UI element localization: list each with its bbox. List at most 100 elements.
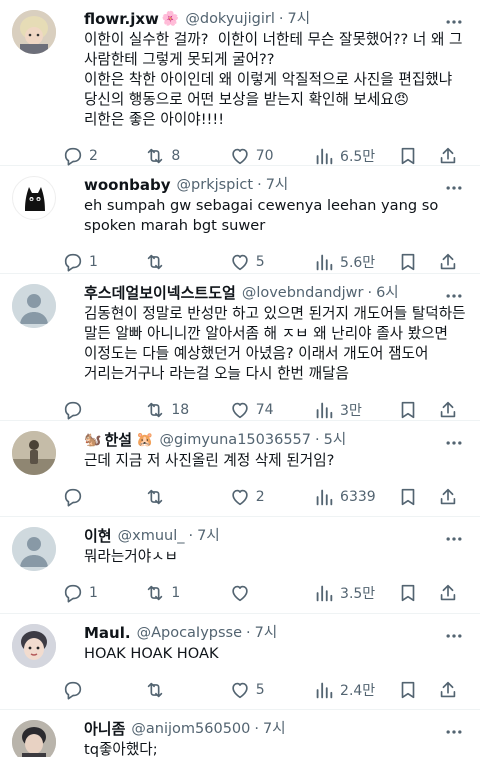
display-name[interactable]: 이현 [84, 526, 112, 546]
user-handle[interactable]: @gimyuna15036557 [159, 430, 311, 450]
tweet[interactable]: 이현 @xmuul_ · 7시 뭐라는거야ㅅㅂ 1 1 3.5만 [0, 517, 480, 614]
like-button[interactable]: 70 [229, 145, 313, 167]
tweet[interactable]: woonbaby @prkjspict · 7시 eh sumpah gw se… [0, 166, 480, 274]
tweet-text: 뭐라는거야ㅅㅂ [84, 548, 178, 565]
reply-button[interactable] [62, 486, 144, 508]
avatar[interactable] [12, 624, 56, 668]
avatar[interactable] [12, 176, 56, 220]
tweet[interactable]: 아니좀 @anijom560500 · 7시 tq좋아했다; [0, 710, 480, 757]
reply-button[interactable]: 1 [62, 251, 144, 273]
more-options-icon[interactable] [444, 12, 464, 32]
tweet[interactable]: Maul. @ApocaIypsse · 7시 HOAK HOAK HOAK 5… [0, 614, 480, 710]
bookmark-button[interactable] [397, 582, 436, 604]
tweet[interactable]: 후스데얼보이넥스트도얼 @lovebndandjwr · 6시 김동현이 정말로… [0, 274, 480, 421]
view-count: 6.5만 [340, 149, 376, 165]
display-name[interactable]: woonbaby [84, 175, 171, 195]
more-options-icon[interactable] [444, 178, 464, 198]
separator-dot: · [315, 432, 320, 448]
views-button[interactable]: 3.5만 [313, 582, 397, 604]
share-icon [440, 253, 455, 270]
timestamp[interactable]: 7시 [255, 623, 278, 643]
avatar[interactable] [12, 527, 56, 571]
display-name[interactable]: 아니좀 [84, 719, 125, 739]
display-name[interactable]: 후스데얼보이넥스트도얼 [84, 283, 236, 303]
user-handle[interactable]: @xmuul_ [118, 526, 185, 546]
more-options-icon[interactable] [444, 722, 464, 742]
avatar[interactable] [12, 431, 56, 475]
more-options-icon[interactable] [444, 626, 464, 646]
timestamp[interactable]: 5시 [324, 430, 347, 450]
bookmark-button[interactable] [397, 486, 436, 508]
share-button[interactable] [437, 399, 466, 421]
like-button[interactable] [229, 582, 313, 604]
share-icon [440, 681, 455, 698]
avatar[interactable] [12, 10, 56, 54]
more-options-icon[interactable] [444, 529, 464, 549]
share-icon [440, 488, 455, 505]
like-count: 70 [255, 148, 274, 164]
timestamp[interactable]: 7시 [263, 719, 286, 739]
bookmark-icon [402, 253, 415, 271]
analytics-icon [316, 585, 333, 602]
retweet-button[interactable]: 8 [144, 145, 228, 167]
bookmark-button[interactable] [397, 251, 436, 273]
heart-icon [232, 148, 248, 165]
retweet-count: 1 [171, 585, 181, 601]
reply-button[interactable]: 2 [62, 145, 144, 167]
avatar-image-icon [12, 10, 56, 54]
share-button[interactable] [437, 582, 466, 604]
bookmark-button[interactable] [397, 145, 436, 167]
like-button[interactable]: 5 [229, 251, 313, 273]
user-handle[interactable]: @lovebndandjwr [242, 283, 364, 303]
timestamp[interactable]: 7시 [287, 9, 310, 29]
tweet[interactable]: flowr.jxw 🌸 @dokyujigirl · 7시 이한이 실수한 걸까… [0, 0, 480, 166]
like-button[interactable]: 5 [229, 679, 313, 701]
share-button[interactable] [437, 145, 466, 167]
user-handle[interactable]: @dokyujigirl [185, 9, 275, 29]
like-button[interactable]: 74 [229, 399, 313, 421]
views-button[interactable]: 2.4만 [313, 679, 397, 701]
separator-dot: · [278, 11, 284, 27]
retweet-button[interactable]: 18 [144, 399, 228, 421]
views-button[interactable]: 6339 [313, 486, 397, 508]
share-button[interactable] [437, 679, 466, 701]
reply-button[interactable] [62, 399, 144, 421]
tweet-text: 김동현이 정말로 반성만 하고 있으면 된거지 개도어들 탈덕하든 말든 알빠 … [84, 305, 471, 382]
more-options-icon[interactable] [444, 286, 464, 306]
timestamp[interactable]: 7시 [197, 526, 220, 546]
view-count: 5.6만 [340, 255, 376, 271]
retweet-button[interactable] [144, 251, 228, 273]
share-button[interactable] [437, 251, 466, 273]
user-handle[interactable]: @anijom560500 [131, 719, 250, 739]
timestamp[interactable]: 6시 [376, 283, 399, 303]
avatar[interactable] [12, 720, 56, 757]
reply-button[interactable]: 1 [62, 582, 144, 604]
display-name[interactable]: 한설 [104, 430, 132, 450]
display-name[interactable]: Maul. [84, 623, 131, 643]
views-button[interactable]: 3만 [313, 399, 397, 421]
like-button[interactable]: 2 [229, 486, 313, 508]
avatar-image-icon [12, 431, 56, 475]
retweet-icon [148, 148, 163, 164]
retweet-button[interactable] [144, 679, 228, 701]
bookmark-button[interactable] [397, 399, 436, 421]
avatar[interactable] [12, 284, 56, 328]
avatar-image-icon [12, 624, 56, 668]
share-button[interactable] [437, 486, 466, 508]
analytics-icon [316, 254, 333, 271]
reply-icon [64, 488, 82, 507]
more-options-icon[interactable] [444, 433, 464, 453]
retweet-button[interactable]: 1 [144, 582, 228, 604]
retweet-button[interactable] [144, 486, 228, 508]
views-button[interactable]: 5.6만 [313, 251, 397, 273]
user-handle[interactable]: @ApocaIypsse [137, 623, 242, 643]
user-handle[interactable]: @prkjspict [177, 175, 254, 195]
display-name[interactable]: flowr.jxw [84, 9, 159, 29]
timestamp[interactable]: 7시 [266, 175, 289, 195]
heart-icon [232, 254, 248, 271]
bookmark-button[interactable] [397, 679, 436, 701]
like-count: 74 [255, 402, 274, 418]
reply-button[interactable] [62, 679, 144, 701]
tweet[interactable]: 🐿️ 한설 🐹 @gimyuna15036557 · 5시 근데 지금 저 사진… [0, 421, 480, 517]
views-button[interactable]: 6.5만 [313, 145, 397, 167]
